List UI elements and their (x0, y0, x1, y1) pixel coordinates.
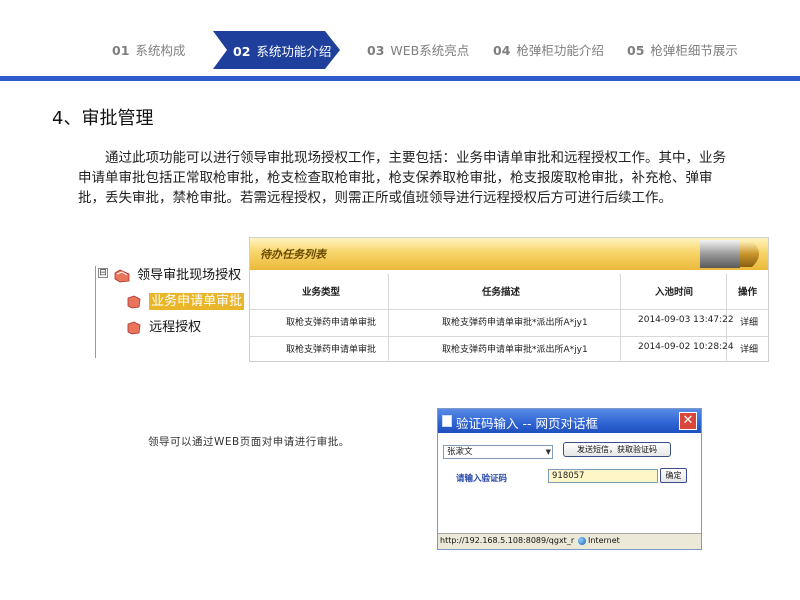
cell-time: 2014-09-02 10:28:24 (638, 342, 734, 352)
tree-collapse-icon[interactable]: ⊟ (98, 268, 108, 278)
tree-node-business-approval[interactable]: 业务申请单审批 (126, 290, 245, 310)
close-icon[interactable]: ✕ (679, 412, 697, 430)
status-url: http://192.168.5.108:8089/qgxt_r (440, 536, 575, 545)
nav-item-label: 枪弹柜功能介绍 (516, 43, 604, 58)
task-table-header: 业务类型 任务描述 入池时间 操作 (250, 274, 768, 304)
dialog-status-bar: http://192.168.5.108:8089/qgxt_r Interne… (438, 533, 701, 549)
nav-item-1[interactable]: 01 系统构成 (112, 40, 185, 59)
nav-item-label: 系统功能介绍 (256, 44, 332, 59)
code-label: 请输入验证码 (456, 474, 508, 484)
status-zone-label: Internet (588, 536, 620, 545)
nav-item-2-active[interactable]: 02 系统功能介绍 (213, 31, 340, 69)
nav-divider-bar (0, 76, 800, 81)
nav-item-number: 03 (367, 43, 385, 58)
nav-item-3[interactable]: 03 WEB系统亮点 (367, 40, 469, 59)
detail-link[interactable]: 详细 (740, 315, 758, 328)
cell-type: 取枪支弹药申请单审批 (286, 318, 377, 328)
nav-item-label: 系统构成 (135, 43, 186, 58)
column-header: 入池时间 (655, 287, 694, 298)
dialog-title: 验证码输入 -- 网页对话框 (456, 416, 598, 431)
dialog-body: 张漱文 ▼ 发送短信，获取验证码 请输入验证码 918057 确定 (438, 433, 701, 527)
section-title: 4、审批管理 (52, 108, 154, 129)
folder-icon (114, 269, 130, 283)
column-header: 任务描述 (482, 287, 521, 298)
tree-node-label: 远程授权 (149, 320, 202, 335)
table-row[interactable]: 取枪支弹药申请单审批 取枪支弹药申请单审批*派出所A*jy1 2014-09-0… (250, 309, 768, 331)
nav-item-5[interactable]: 05 枪弹柜细节展示 (627, 40, 738, 59)
tree-node-remote-auth[interactable]: 远程授权 (126, 316, 201, 335)
tree-node-root[interactable]: 领导审批现场授权 (114, 264, 241, 283)
column-header: 业务类型 (302, 287, 341, 298)
chevron-down-icon: ▼ (545, 448, 551, 456)
status-zone: Internet (578, 534, 620, 548)
cell-desc: 取枪支弹药申请单审批*派出所A*jy1 (442, 345, 588, 355)
nav-item-number: 05 (627, 43, 645, 58)
globe-icon (578, 537, 586, 545)
caption-text: 领导可以通过WEB页面对申请进行审批。 (148, 436, 350, 448)
cell-type: 取枪支弹药申请单审批 (286, 345, 377, 355)
nav-item-number: 04 (493, 43, 511, 58)
approval-tree: ⊟ 领导审批现场授权 业务申请单审批 远程授权 (92, 258, 245, 358)
user-select-value: 张漱文 (447, 447, 473, 457)
section-intro-paragraph: 通过此项功能可以进行领导审批现场授权工作，主要包括：业务申请单审批和远程授权工作… (78, 150, 726, 206)
detail-link[interactable]: 详细 (740, 342, 758, 355)
pending-task-panel: 待办任务列表 业务类型 任务描述 入池时间 操作 取枪支弹药申请单审批 取枪支弹… (249, 237, 769, 362)
column-header: 操作 (738, 287, 758, 298)
verification-code-input[interactable]: 918057 (548, 469, 658, 483)
document-icon (126, 295, 142, 309)
tree-connector-line (95, 266, 96, 358)
page-icon (442, 415, 452, 427)
table-row[interactable]: 取枪支弹药申请单审批 取枪支弹药申请单审批*派出所A*jy1 2014-09-0… (250, 336, 768, 358)
nav-item-4[interactable]: 04 枪弹柜功能介绍 (493, 40, 604, 59)
nav-item-label: WEB系统亮点 (390, 43, 470, 58)
tree-node-label: 领导审批现场授权 (137, 268, 242, 283)
send-sms-button[interactable]: 发送短信，获取验证码 (563, 442, 671, 457)
document-icon (126, 321, 142, 335)
confirm-button[interactable]: 确定 (660, 468, 687, 483)
dialog-titlebar[interactable]: 验证码输入 -- 网页对话框 ✕ (438, 409, 701, 433)
cell-desc: 取枪支弹药申请单审批*派出所A*jy1 (442, 318, 588, 328)
nav-item-label: 枪弹柜细节展示 (650, 43, 738, 58)
nav-item-number: 02 (233, 44, 251, 59)
task-panel-header: 待办任务列表 (250, 238, 768, 270)
tree-node-label: 业务申请单审批 (149, 293, 245, 310)
cell-time: 2014-09-03 13:47:22 (638, 315, 734, 325)
nav-item-number: 01 (112, 43, 130, 58)
user-select[interactable]: 张漱文 ▼ (443, 445, 553, 459)
verification-dialog: 验证码输入 -- 网页对话框 ✕ 张漱文 ▼ 发送短信，获取验证码 请输入验证码… (437, 408, 702, 550)
bullet-tip-icon (700, 240, 759, 268)
task-panel-title: 待办任务列表 (260, 248, 326, 261)
top-navigation: 01 系统构成 02 系统功能介绍 03 WEB系统亮点 04 枪弹柜功能介绍 … (0, 0, 800, 82)
